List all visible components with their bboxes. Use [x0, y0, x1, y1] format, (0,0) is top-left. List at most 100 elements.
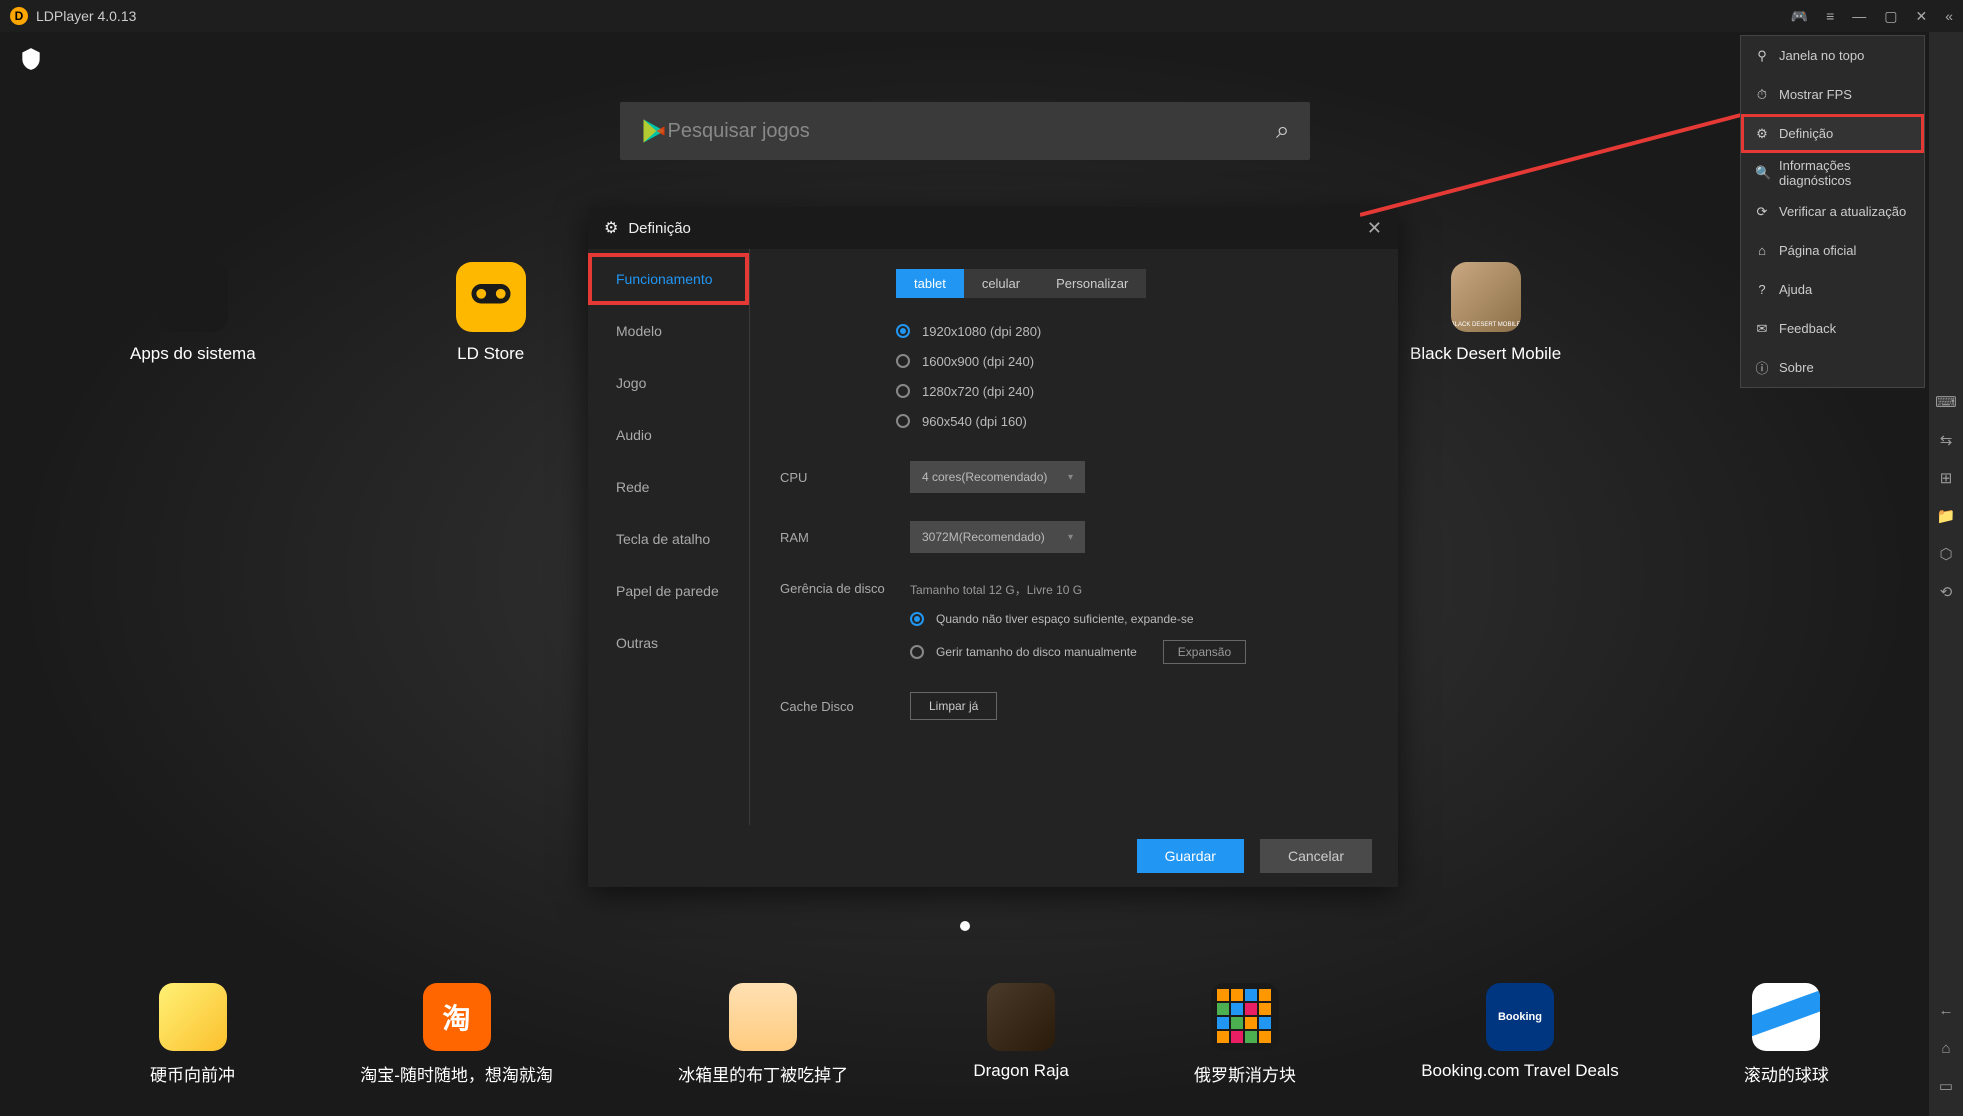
settings-modal: ⚙ Definição ✕ Funcionamento Modelo Jogo … — [588, 207, 1398, 887]
fps-icon: ⏱ — [1755, 87, 1769, 103]
dock-label: 淘宝-随时随地，想淘就淘 — [360, 1061, 553, 1086]
menu-item-always-on-top[interactable]: ⚲Janela no topo — [1741, 36, 1924, 75]
recent-icon[interactable]: ▭ — [1936, 1076, 1956, 1096]
dock-icon-booking[interactable]: BookingBooking.com Travel Deals — [1421, 983, 1618, 1086]
maximize-icon[interactable]: ▢ — [1884, 8, 1897, 25]
dock-label: Booking.com Travel Deals — [1421, 1061, 1618, 1081]
cpu-dropdown[interactable]: 4 cores(Recomendado)▾ — [910, 461, 1085, 493]
folder-icon[interactable]: 📁 — [1936, 506, 1956, 526]
settings-tab-model[interactable]: Modelo — [588, 305, 749, 357]
menu-item-settings[interactable]: ⚙Definição — [1741, 114, 1924, 153]
minimize-icon[interactable]: — — [1852, 8, 1866, 24]
resolution-option[interactable]: 1280x720 (dpi 240) — [896, 376, 1368, 406]
back-icon[interactable]: ← — [1936, 1000, 1956, 1020]
settings-tab-wallpaper[interactable]: Papel de parede — [588, 565, 749, 617]
resolution-list: 1920x1080 (dpi 280) 1600x900 (dpi 240) 1… — [896, 316, 1368, 436]
multi-instance-icon[interactable]: ⊞ — [1936, 468, 1956, 488]
menu-label: Informações diagnósticos — [1779, 158, 1910, 188]
resolution-option[interactable]: 1920x1080 (dpi 280) — [896, 316, 1368, 346]
settings-tab-audio[interactable]: Audio — [588, 409, 749, 461]
page-indicator-dot — [960, 921, 970, 931]
dock-label: 硬币向前冲 — [150, 1061, 235, 1086]
resolution-label: 1600x900 (dpi 240) — [922, 354, 1034, 369]
dock-icon-rolling-ball[interactable]: 滚动的球球 — [1744, 983, 1829, 1086]
menu-item-feedback[interactable]: ✉Feedback — [1741, 309, 1924, 348]
radio-icon — [896, 384, 910, 398]
disk-option-auto[interactable]: Quando não tiver espaço suficiente, expa… — [910, 612, 1246, 626]
search-icon[interactable]: ⌕ — [1276, 117, 1289, 145]
settings-tab-performance[interactable]: Funcionamento — [588, 253, 749, 305]
desktop-icon-ld-store[interactable]: LD Store — [456, 262, 526, 364]
disk-option-manual[interactable]: Gerir tamanho do disco manualmente Expans… — [910, 640, 1246, 664]
play-store-icon — [640, 117, 668, 145]
seg-custom[interactable]: Personalizar — [1038, 269, 1146, 298]
ram-row: RAM 3072M(Recomendado)▾ — [780, 521, 1368, 553]
settings-tab-game[interactable]: Jogo — [588, 357, 749, 409]
radio-icon — [896, 324, 910, 338]
expand-button[interactable]: Expansão — [1163, 640, 1246, 664]
resolution-option[interactable]: 960x540 (dpi 160) — [896, 406, 1368, 436]
menu-item-show-fps[interactable]: ⏱ Mostrar FPS — [1741, 75, 1924, 114]
dock-label: Dragon Raja — [973, 1061, 1068, 1081]
main-context-menu: ⚲Janela no topo ⏱Mostrar FPS ⚙Definição … — [1740, 35, 1925, 388]
dock-label: 滚动的球球 — [1744, 1061, 1829, 1086]
dock-icon-tetris[interactable]: 俄罗斯消方块 — [1194, 983, 1296, 1086]
cache-label: Cache Disco — [780, 699, 910, 714]
cancel-button[interactable]: Cancelar — [1260, 839, 1372, 873]
home-icon[interactable]: ⌂ — [1936, 1038, 1956, 1058]
seg-tablet[interactable]: tablet — [896, 269, 964, 298]
search-input[interactable] — [668, 120, 1277, 143]
close-icon[interactable]: ✕ — [1915, 8, 1927, 25]
dropdown-value: 4 cores(Recomendado) — [922, 470, 1047, 484]
dropdown-value: 3072M(Recomendado) — [922, 530, 1045, 544]
disk-label: Gerência de disco — [780, 581, 896, 596]
dock-icon-dragon-raja[interactable]: Dragon Raja — [973, 983, 1068, 1086]
keyboard-map-icon[interactable]: ⌨ — [1936, 392, 1956, 412]
window-controls: 🎮 ≡ — ▢ ✕ « — [1791, 8, 1953, 25]
clear-cache-button[interactable]: Limpar já — [910, 692, 997, 720]
disk-opt-label: Gerir tamanho do disco manualmente — [936, 645, 1137, 659]
search-bar[interactable]: ⌕ — [620, 102, 1310, 160]
shield-icon[interactable] — [18, 46, 44, 72]
apk-icon[interactable]: ⬡ — [1936, 544, 1956, 564]
settings-tab-other[interactable]: Outras — [588, 617, 749, 669]
gamepad-icon[interactable]: 🎮 — [1791, 8, 1808, 25]
menu-item-check-update[interactable]: ⟳Verificar a atualização — [1741, 192, 1924, 231]
menu-item-about[interactable]: ⓘSobre — [1741, 348, 1924, 387]
dock-icon-taobao[interactable]: 淘淘宝-随时随地，想淘就淘 — [360, 983, 553, 1086]
sync-icon[interactable]: ⇆ — [1936, 430, 1956, 450]
desktop-icon-black-desert[interactable]: Black Desert Mobile — [1410, 262, 1561, 364]
dock: 硬币向前冲 淘淘宝-随时随地，想淘就淘 冰箱里的布丁被吃掉了 Dragon Ra… — [150, 983, 1829, 1086]
menu-label: Mostrar FPS — [1779, 87, 1852, 102]
menu-icon[interactable]: ≡ — [1826, 8, 1834, 24]
dock-icon-coin[interactable]: 硬币向前冲 — [150, 983, 235, 1086]
modal-title: Definição — [628, 220, 691, 237]
menu-label: Verificar a atualização — [1779, 204, 1906, 219]
radio-icon — [910, 612, 924, 626]
collapse-icon[interactable]: « — [1945, 8, 1953, 24]
info-icon: ⓘ — [1755, 358, 1769, 377]
menu-item-official-page[interactable]: ⌂Página oficial — [1741, 231, 1924, 270]
radio-icon — [896, 354, 910, 368]
rotate-icon[interactable]: ⟲ — [1936, 582, 1956, 602]
settings-content: tablet celular Personalizar 1920x1080 (d… — [750, 249, 1398, 825]
settings-tab-hotkey[interactable]: Tecla de atalho — [588, 513, 749, 565]
device-type-segmented: tablet celular Personalizar — [896, 269, 1368, 298]
modal-footer: Guardar Cancelar — [588, 825, 1398, 887]
close-icon[interactable]: ✕ — [1367, 218, 1382, 239]
desktop-icon-label: Black Desert Mobile — [1410, 344, 1561, 364]
ram-dropdown[interactable]: 3072M(Recomendado)▾ — [910, 521, 1085, 553]
save-button[interactable]: Guardar — [1137, 839, 1244, 873]
menu-item-diagnostics[interactable]: 🔍Informações diagnósticos — [1741, 153, 1924, 192]
cpu-label: CPU — [780, 470, 910, 485]
title-bar: D LDPlayer 4.0.13 🎮 ≡ — ▢ ✕ « — [0, 0, 1963, 32]
settings-tab-network[interactable]: Rede — [588, 461, 749, 513]
desktop-icon-system-apps[interactable]: Apps do sistema — [130, 262, 256, 364]
menu-label: Ajuda — [1779, 282, 1812, 297]
seg-phone[interactable]: celular — [964, 269, 1038, 298]
resolution-option[interactable]: 1600x900 (dpi 240) — [896, 346, 1368, 376]
disk-opt-label: Quando não tiver espaço suficiente, expa… — [936, 612, 1194, 626]
menu-item-help[interactable]: ?Ajuda — [1741, 270, 1924, 309]
disk-info: Tamanho total 12 G，Livre 10 G — [910, 581, 1246, 598]
dock-icon-pudding[interactable]: 冰箱里的布丁被吃掉了 — [678, 983, 848, 1086]
